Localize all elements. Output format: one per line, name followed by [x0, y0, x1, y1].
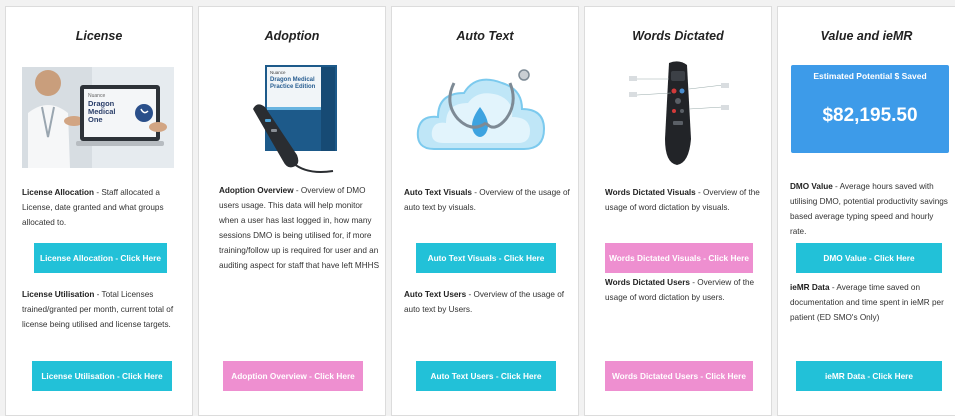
card-value-iemr: Value and ieMR Estimated Potential $ Sav…	[777, 6, 955, 416]
iemr-data-desc: ieMR Data - Average time saved on docume…	[790, 283, 944, 322]
cloud-stethoscope-image	[414, 63, 550, 163]
auto-text-visuals-button[interactable]: Auto Text Visuals - Click Here	[416, 243, 556, 273]
savings-amount: $82,195.50	[822, 105, 918, 126]
words-dictated-users-button[interactable]: Words Dictated Users - Click Here	[605, 361, 753, 391]
words-dictated-visuals-desc: Words Dictated Visuals - Overview of the…	[605, 188, 760, 212]
card-title: Value and ieMR	[820, 29, 913, 43]
card-title: Words Dictated	[632, 29, 724, 43]
adoption-overview-button[interactable]: Adoption Overview - Click Here	[223, 361, 363, 391]
card-auto-text: Auto Text Auto Text Visuals - Overview o…	[391, 6, 579, 416]
dictation-mic-image	[629, 59, 729, 169]
auto-text-users-button[interactable]: Auto Text Users - Click Here	[416, 361, 556, 391]
box-brand-text: Dragon Medical Practice Edition	[270, 77, 316, 90]
savings-panel: Estimated Potential $ Saved $82,195.50	[791, 65, 949, 153]
auto-text-visuals-desc: Auto Text Visuals - Overview of the usag…	[404, 188, 570, 212]
iemr-data-button[interactable]: ieMR Data - Click Here	[796, 361, 942, 391]
box-brand-text: Nuance	[270, 70, 286, 75]
auto-text-users-desc: Auto Text Users - Overview of the usage …	[404, 290, 565, 314]
card-title: Adoption	[264, 29, 320, 43]
card-title: License	[75, 29, 123, 43]
license-allocation-desc: License Allocation - Staff allocated a L…	[22, 188, 164, 227]
adoption-image: Nuance Dragon Medical Practice Edition	[243, 63, 353, 177]
words-dictated-users-desc: Words Dictated Users - Overview of the u…	[605, 278, 755, 302]
license-utilisation-button[interactable]: License Utilisation - Click Here	[32, 361, 172, 391]
adoption-overview-desc: Adoption Overview - Overview of DMO user…	[219, 186, 380, 270]
license-image: Nuance Dragon Medical One	[22, 67, 174, 168]
card-license: License Nuance Dragon Medical One Licens…	[5, 6, 193, 416]
card-words-dictated: Words Dictated Words Dictated Visuals - …	[584, 6, 772, 416]
dmo-value-desc: DMO Value - Average hours saved with uti…	[790, 182, 948, 236]
card-adoption: Adoption Nuance Dragon Medical Practice …	[198, 6, 386, 416]
words-dictated-visuals-button[interactable]: Words Dictated Visuals - Click Here	[605, 243, 753, 273]
laptop-brand-text: Dragon Medical One	[88, 99, 116, 124]
license-allocation-button[interactable]: License Allocation - Click Here	[34, 243, 167, 273]
card-title: Auto Text	[456, 29, 514, 43]
savings-label: Estimated Potential $ Saved	[813, 71, 927, 81]
dmo-value-button[interactable]: DMO Value - Click Here	[796, 243, 942, 273]
license-utilisation-desc: License Utilisation - Total Licenses tra…	[22, 290, 174, 329]
